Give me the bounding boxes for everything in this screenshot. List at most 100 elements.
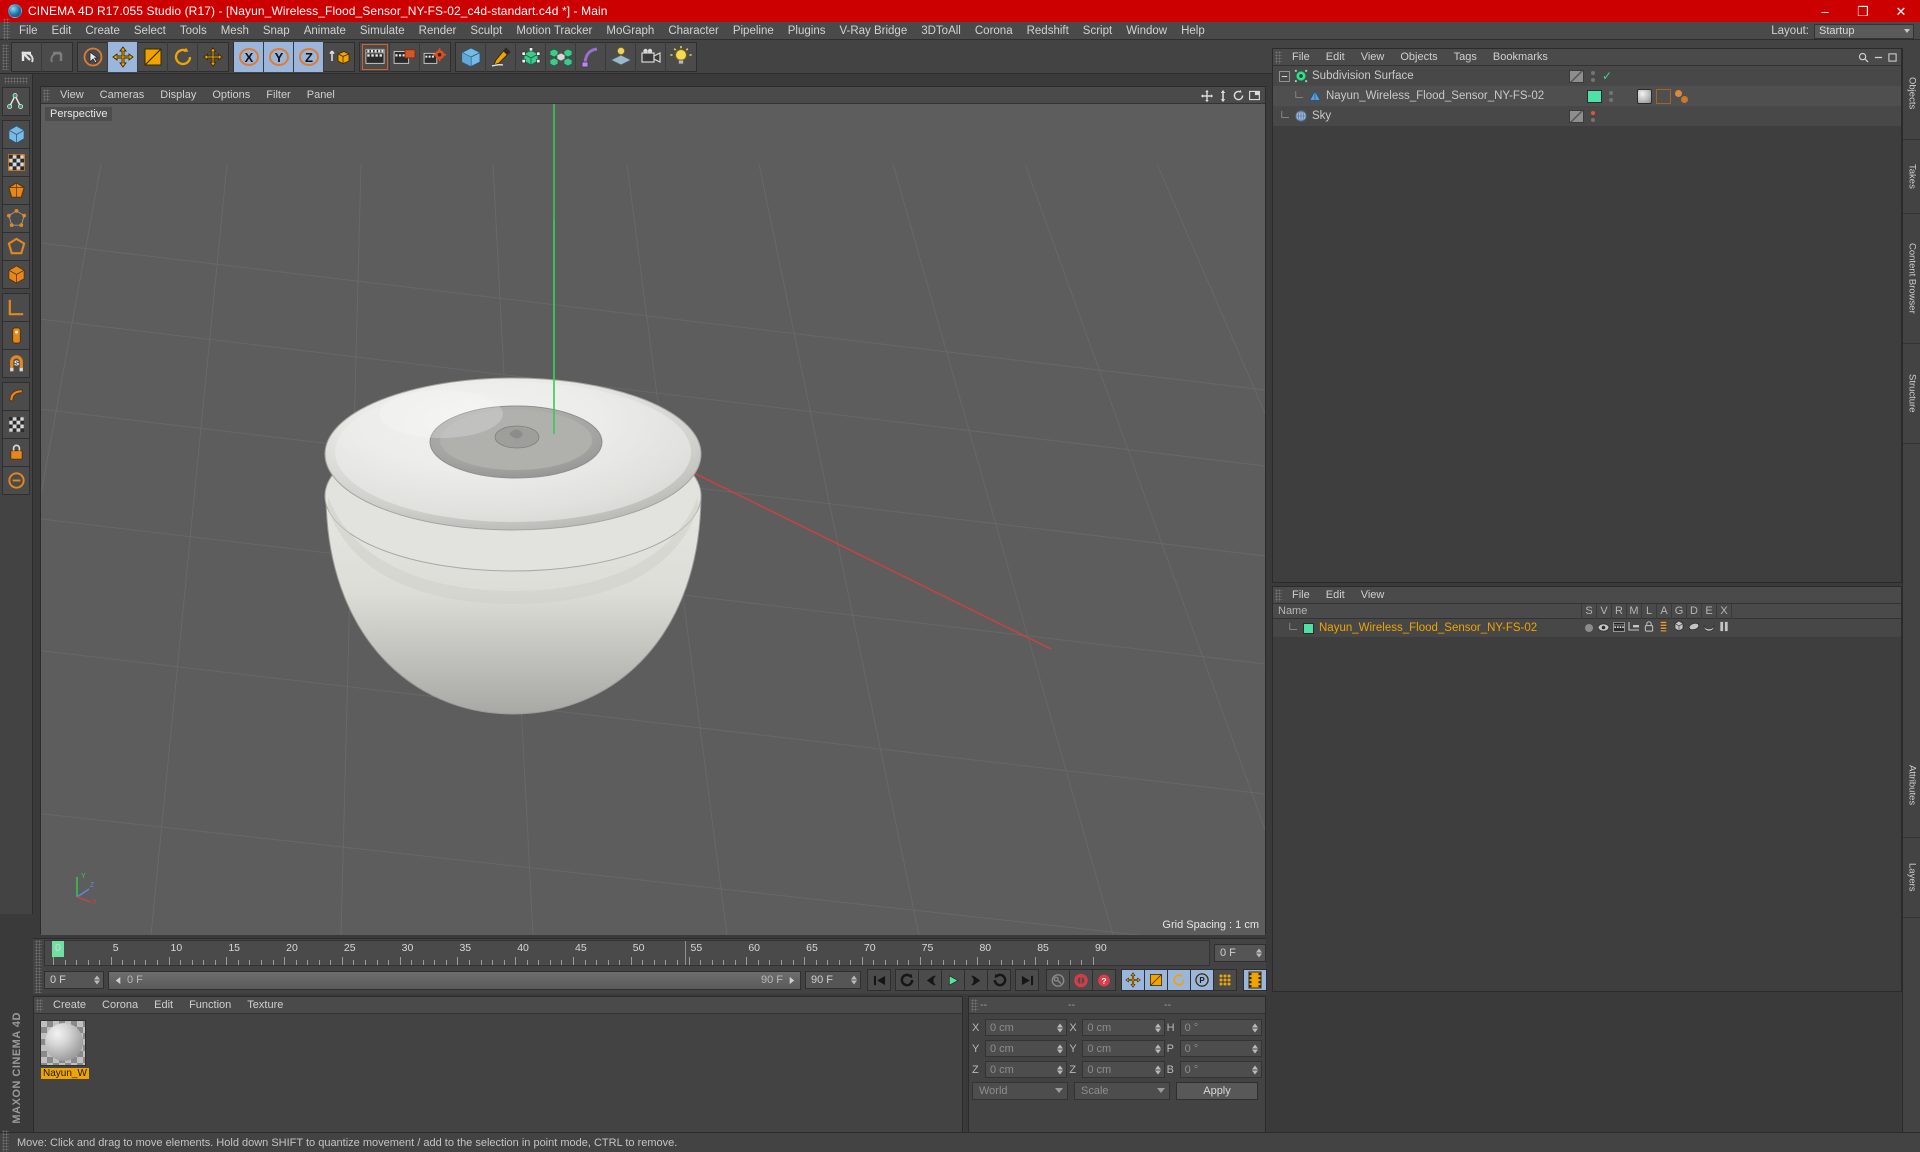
- current-frame-field[interactable]: 0 F: [44, 971, 104, 989]
- viewport-menu-options[interactable]: Options: [204, 87, 258, 104]
- add-array-button[interactable]: [546, 41, 576, 72]
- menu-redshift[interactable]: Redshift: [1020, 22, 1076, 40]
- material-thumbnail-area[interactable]: Nayun_W: [34, 1014, 962, 1079]
- object2-menu-edit[interactable]: Edit: [1318, 587, 1353, 604]
- preview-range-slider[interactable]: 0 F 90 F: [108, 970, 801, 990]
- quantize-button[interactable]: [2, 466, 30, 495]
- lock-viewport-button[interactable]: [2, 438, 30, 467]
- z-axis-lock[interactable]: Z: [294, 41, 324, 72]
- previous-frame-button[interactable]: [918, 969, 942, 991]
- viewport-3d-scene[interactable]: Perspective Y Z X Grid Spacing: 1 cm: [41, 104, 1265, 935]
- model-mode-button[interactable]: [2, 120, 30, 149]
- corona-tag-icon[interactable]: [1675, 89, 1691, 104]
- object2-row[interactable]: Nayun_Wireless_Flood_Sensor_NY-FS-02: [1273, 619, 1901, 637]
- rotate-tool[interactable]: [168, 41, 198, 72]
- material-menu-corona[interactable]: Corona: [94, 997, 146, 1014]
- object-menu-objects[interactable]: Objects: [1392, 49, 1445, 66]
- object2-menu-view[interactable]: View: [1353, 587, 1393, 604]
- object-menu-tags[interactable]: Tags: [1446, 49, 1485, 66]
- minimize-panel-icon[interactable]: [1874, 53, 1883, 62]
- material-manager-grip[interactable]: [36, 998, 43, 1012]
- manager-icon[interactable]: [1626, 619, 1641, 637]
- menu-script[interactable]: Script: [1076, 22, 1119, 40]
- range-right-handle-icon[interactable]: [787, 976, 796, 985]
- object-row-sky[interactable]: Sky: [1273, 106, 1901, 126]
- object-mode-button[interactable]: [2, 260, 30, 289]
- undo-button[interactable]: [12, 41, 42, 72]
- col-header-m[interactable]: M: [1626, 603, 1641, 619]
- visibility-dots[interactable]: [1587, 70, 1599, 82]
- stepper-icon[interactable]: [1154, 1023, 1161, 1032]
- col-header-v[interactable]: V: [1596, 603, 1611, 619]
- minimize-button[interactable]: –: [1806, 0, 1844, 22]
- tab-structure[interactable]: Structure: [1903, 344, 1920, 444]
- col-header-l[interactable]: L: [1641, 603, 1656, 619]
- autokey-button[interactable]: [1046, 969, 1070, 991]
- add-deformer-button[interactable]: [576, 41, 606, 72]
- add-camera-button[interactable]: [636, 41, 666, 72]
- material-item[interactable]: Nayun_W: [40, 1020, 89, 1079]
- position-y-field[interactable]: 0 cm: [985, 1040, 1068, 1057]
- menu-select[interactable]: Select: [127, 22, 173, 40]
- render-view-button[interactable]: [360, 41, 390, 72]
- menu-mograph[interactable]: MoGraph: [599, 22, 661, 40]
- timeline-end-frame-field[interactable]: 0 F: [1214, 944, 1266, 962]
- material-menu-edit[interactable]: Edit: [146, 997, 181, 1014]
- stepper-icon[interactable]: [1154, 1044, 1161, 1053]
- toolbar-grip[interactable]: [2, 43, 9, 70]
- menu-vray-bridge[interactable]: V-Ray Bridge: [832, 22, 914, 40]
- menu-character[interactable]: Character: [661, 22, 726, 40]
- material-menu-texture[interactable]: Texture: [239, 997, 291, 1014]
- viewport-menu-filter[interactable]: Filter: [258, 87, 298, 104]
- move-camera-icon[interactable]: [1200, 89, 1214, 103]
- object-menu-edit[interactable]: Edit: [1318, 49, 1353, 66]
- object-manager-2-grip[interactable]: [1275, 588, 1282, 602]
- uvw-tag-icon[interactable]: [1656, 88, 1671, 104]
- menu-window[interactable]: Window: [1119, 22, 1174, 40]
- play-button[interactable]: [941, 969, 965, 991]
- apply-button[interactable]: Apply: [1176, 1081, 1258, 1100]
- menu-edit[interactable]: Edit: [45, 22, 79, 40]
- uv-mode-button[interactable]: [2, 410, 30, 439]
- object-menu-bookmarks[interactable]: Bookmarks: [1485, 49, 1556, 66]
- position-z-field[interactable]: 0 cm: [985, 1061, 1068, 1078]
- maximize-panel-icon[interactable]: [1888, 53, 1897, 62]
- key-rotation-button[interactable]: [1167, 969, 1191, 991]
- goto-end-button[interactable]: [1015, 969, 1039, 991]
- timeline-layout-button[interactable]: [1243, 969, 1267, 991]
- loop-play-button[interactable]: [987, 969, 1011, 991]
- polygon-mode-button[interactable]: [2, 176, 30, 205]
- stepper-icon[interactable]: [1251, 1065, 1258, 1074]
- make-editable-button[interactable]: [2, 87, 30, 116]
- menu-file[interactable]: File: [12, 22, 45, 40]
- y-axis-lock[interactable]: Y: [264, 41, 294, 72]
- tab-layers[interactable]: Layers: [1903, 838, 1920, 918]
- col-header-r[interactable]: R: [1611, 603, 1626, 619]
- coordinates-grip[interactable]: [971, 998, 978, 1012]
- add-cube-button[interactable]: [456, 41, 486, 72]
- material-tag-icon[interactable]: [1637, 88, 1652, 104]
- close-button[interactable]: ✕: [1882, 0, 1920, 22]
- next-frame-button[interactable]: [964, 969, 988, 991]
- render-filmstrip-icon[interactable]: [1611, 619, 1626, 637]
- rotate-camera-icon[interactable]: [1232, 89, 1245, 102]
- statusbar-grip[interactable]: [2, 1129, 9, 1152]
- rotation-p-field[interactable]: 0 °: [1179, 1040, 1262, 1057]
- object-menu-file[interactable]: File: [1284, 49, 1318, 66]
- left-palette-grip[interactable]: [4, 77, 28, 84]
- object-row-flood-sensor[interactable]: Nayun_Wireless_Flood_Sensor_NY-FS-02: [1273, 86, 1901, 106]
- stepper-icon[interactable]: [1057, 1023, 1064, 1032]
- maximize-button[interactable]: ❐: [1844, 0, 1882, 22]
- scale-mode-dropdown[interactable]: Scale: [1074, 1081, 1170, 1100]
- menu-create[interactable]: Create: [78, 22, 127, 40]
- layout-dropdown[interactable]: Startup: [1814, 23, 1914, 39]
- animation-icon[interactable]: [1656, 619, 1671, 637]
- material-menu-function[interactable]: Function: [181, 997, 239, 1014]
- redo-button[interactable]: [42, 42, 72, 72]
- workplane-button[interactable]: [2, 293, 30, 322]
- expression-icon[interactable]: [1701, 619, 1716, 637]
- edge-mode-button[interactable]: [2, 232, 30, 261]
- viewport-menu-panel[interactable]: Panel: [299, 87, 343, 104]
- menu-corona[interactable]: Corona: [968, 22, 1020, 40]
- stepper-icon[interactable]: [94, 975, 100, 985]
